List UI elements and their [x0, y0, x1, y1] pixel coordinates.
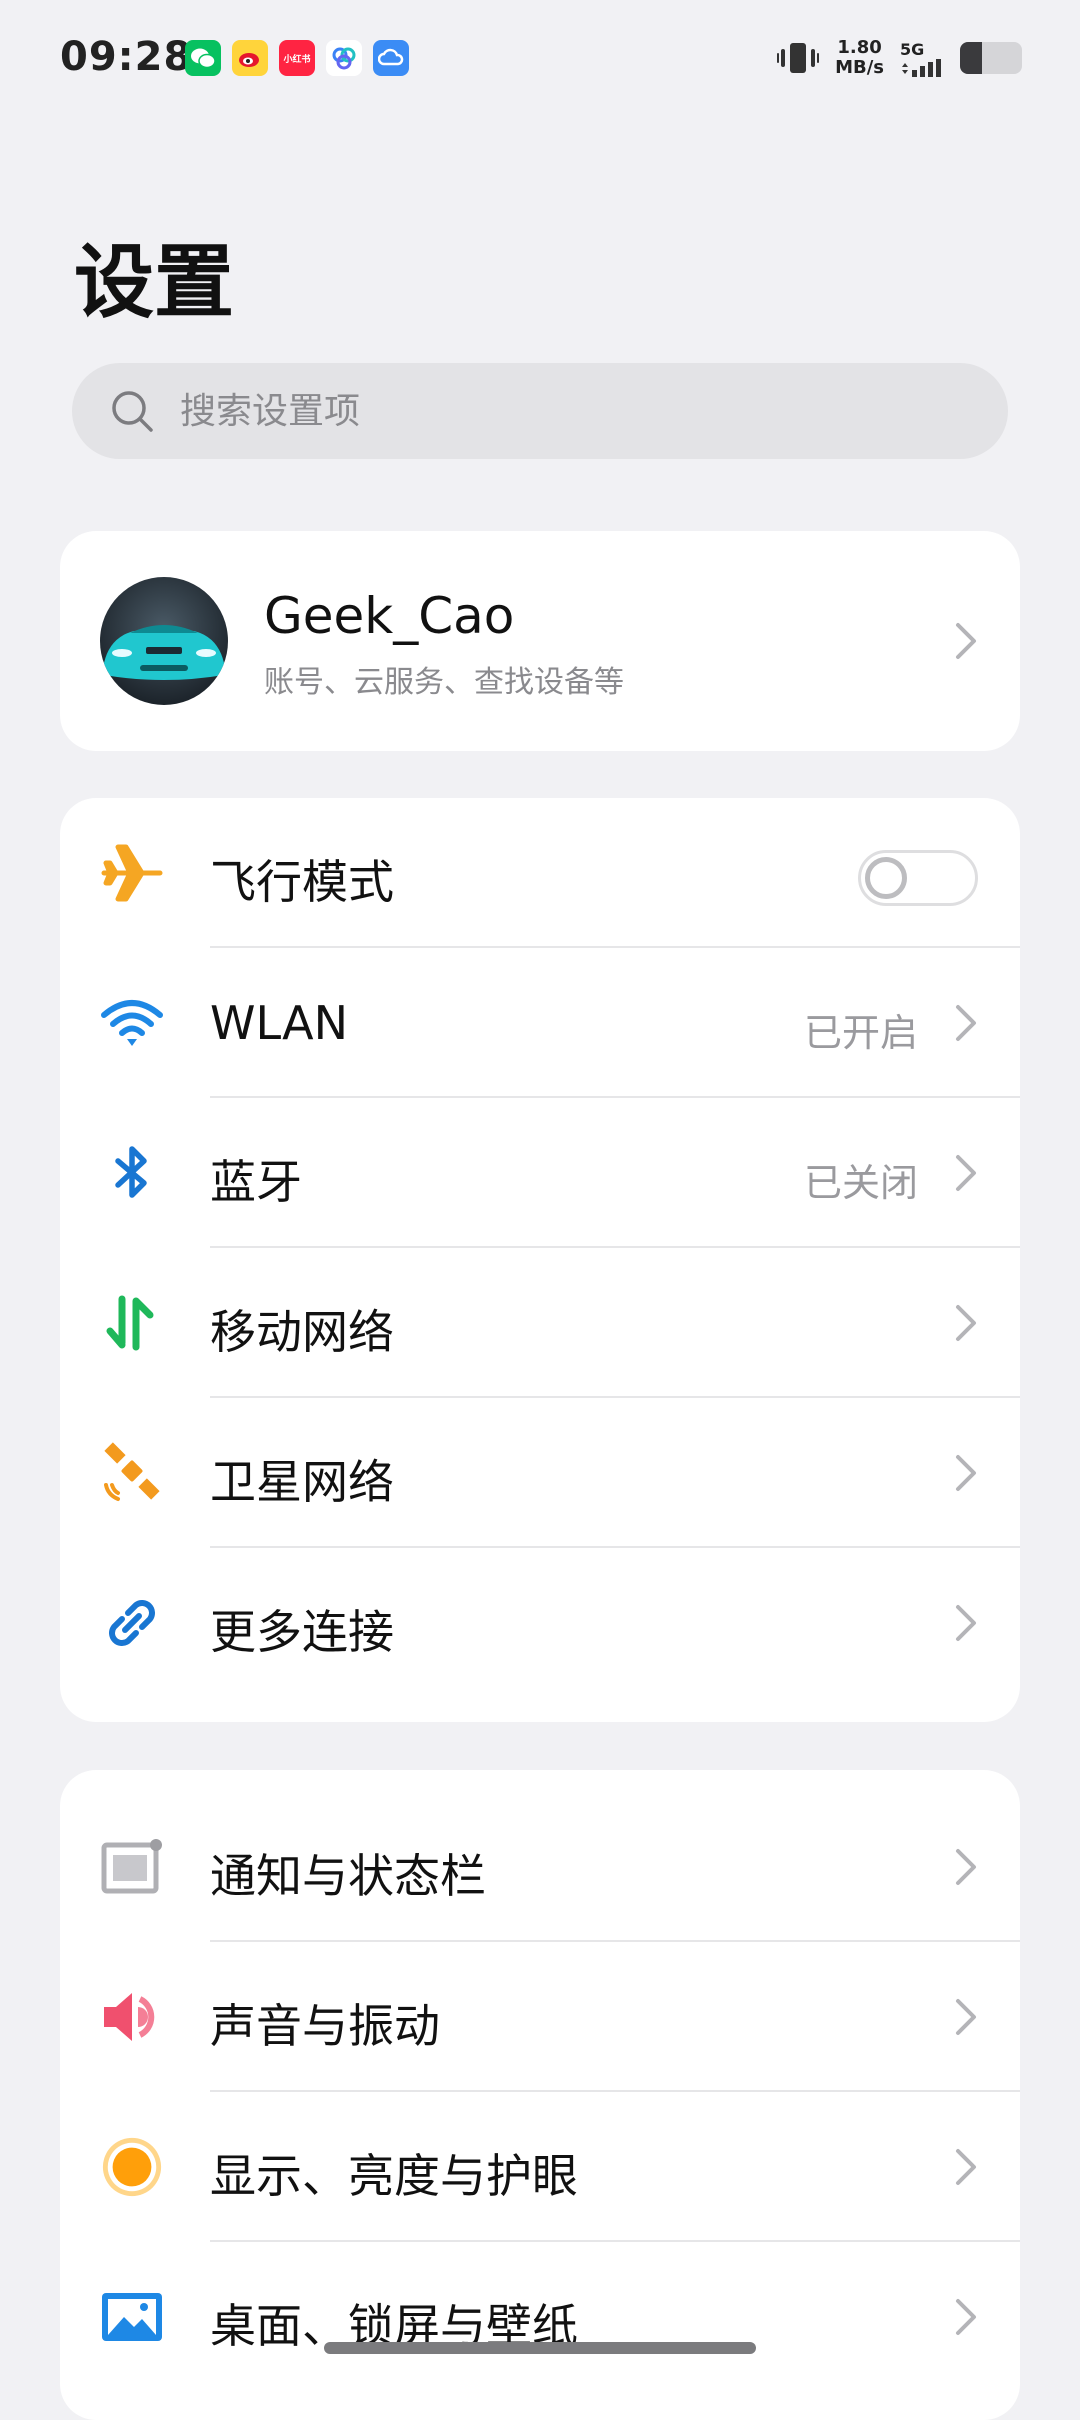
chevron-right-icon [956, 1155, 976, 1191]
chevron-right-icon [956, 2149, 976, 2185]
row-sound-vibration[interactable]: 声音与振动 [60, 1942, 1020, 2092]
cloud-icon [373, 40, 409, 76]
chevron-right-icon [956, 1305, 976, 1341]
row-value: 已关闭 [803, 1161, 918, 1205]
chevron-right-icon [956, 1005, 976, 1041]
row-mobile-network[interactable]: 移动网络 [60, 1248, 1020, 1398]
wechat-icon [185, 40, 221, 76]
net-speed: 1.80 MB/s [835, 37, 884, 78]
satellite-icon [100, 1441, 164, 1505]
page-title: 设置 [74, 236, 234, 329]
signal-icon [902, 58, 941, 77]
row-label: 移动网络 [210, 1305, 394, 1359]
airplane-mode-toggle[interactable] [858, 850, 978, 906]
connectivity-card: 飞行模式 WLAN 已开启 蓝牙 已关闭 移动网络 卫星网络 更多连接 [60, 798, 1020, 1722]
row-notifications[interactable]: 通知与状态栏 [60, 1792, 1020, 1942]
chevron-right-icon [956, 1605, 976, 1641]
wallpaper-icon [100, 2285, 164, 2349]
row-label: 卫星网络 [210, 1455, 394, 1509]
account-name: Geek_Cao [264, 587, 515, 645]
row-label: 飞行模式 [210, 855, 394, 909]
row-label: 通知与状态栏 [210, 1849, 486, 1903]
status-time: 09:28 [60, 34, 193, 80]
search-input[interactable] [178, 389, 942, 433]
weibo-icon [232, 40, 268, 76]
avatar[interactable] [100, 577, 228, 705]
chevron-right-icon [956, 2299, 976, 2335]
row-satellite-network[interactable]: 卫星网络 [60, 1398, 1020, 1548]
bluetooth-icon [100, 1141, 164, 1205]
row-display-brightness[interactable]: 显示、亮度与护眼 [60, 2092, 1020, 2242]
xiaohongshu-icon: 小红书 [279, 40, 315, 76]
chevron-right-icon [956, 1999, 976, 2035]
account-card[interactable]: Geek_Cao 账号、云服务、查找设备等 [60, 531, 1020, 751]
row-wlan[interactable]: WLAN 已开启 [60, 948, 1020, 1098]
row-value: 已开启 [803, 1011, 918, 1055]
wifi-icon [100, 991, 164, 1055]
brightness-icon [100, 2135, 164, 2199]
battery-icon [960, 42, 1022, 74]
account-subtitle: 账号、云服务、查找设备等 [264, 665, 624, 700]
search-icon [112, 391, 153, 432]
row-label: 声音与振动 [210, 1999, 440, 2053]
mobile-data-icon [100, 1291, 164, 1355]
row-airplane-mode[interactable]: 飞行模式 [60, 798, 1020, 948]
notification-app-icons: 小红书 [185, 40, 409, 76]
airplane-icon [100, 841, 164, 905]
row-label: 更多连接 [210, 1605, 394, 1659]
search-bar[interactable] [72, 363, 1008, 459]
row-label: 蓝牙 [210, 1155, 302, 1209]
row-desktop-wallpaper[interactable]: 桌面、锁屏与壁纸 [60, 2242, 1020, 2392]
chevron-right-icon [956, 1455, 976, 1491]
chevron-right-icon [956, 1849, 976, 1885]
vibrate-icon [777, 43, 820, 73]
home-indicator[interactable] [324, 2342, 756, 2354]
link-icon [100, 1591, 164, 1655]
row-label: WLAN [210, 996, 349, 1050]
status-bar: 09:28 小红书 1.80 MB/s 5G [0, 0, 1080, 120]
notification-icon [100, 1835, 164, 1899]
row-label: 显示、亮度与护眼 [210, 2149, 578, 2203]
status-right: 1.80 MB/s 5G [777, 38, 1022, 78]
sound-icon [100, 1985, 164, 2049]
system-settings-card: 通知与状态栏 声音与振动 显示、亮度与护眼 桌面、锁屏与壁纸 [60, 1770, 1020, 2420]
row-bluetooth[interactable]: 蓝牙 已关闭 [60, 1098, 1020, 1248]
chevron-right-icon [956, 623, 976, 659]
signal-group: 5G [900, 40, 944, 77]
row-more-connections[interactable]: 更多连接 [60, 1548, 1020, 1698]
toggle-knob [865, 857, 907, 899]
alipay-icon [326, 40, 362, 76]
